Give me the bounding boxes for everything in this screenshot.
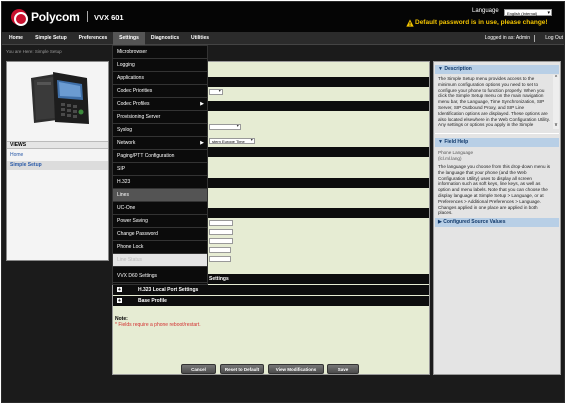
- text-input-4[interactable]: [209, 247, 231, 253]
- menu-item-microbrowser[interactable]: Microbrowser: [113, 46, 207, 59]
- views-heading: VIEWS: [7, 141, 108, 149]
- reset-to-default-button[interactable]: Reset to Default: [220, 364, 264, 374]
- logged-in-status: Logged in as: Admin: [484, 35, 530, 41]
- menu-item-provisioning-server[interactable]: Provisioning Server: [113, 111, 207, 124]
- scroll-down-icon[interactable]: v: [553, 122, 559, 128]
- panel-divider: [435, 133, 559, 134]
- text-input-5[interactable]: [209, 256, 231, 262]
- language-dropdown-field[interactable]: [209, 89, 223, 95]
- menu-item-change-password[interactable]: Change Password: [113, 228, 207, 241]
- menu-item-applications[interactable]: Applications: [113, 72, 207, 85]
- header: Polycom VVX 601 Language English (Intern…: [2, 2, 564, 32]
- menu-item-logging[interactable]: Logging: [113, 59, 207, 72]
- menu-item-phone-lock[interactable]: Phone Lock: [113, 241, 207, 254]
- view-modifications-button[interactable]: View Modifications: [268, 364, 324, 374]
- nav-diagnostics[interactable]: Diagnostics: [146, 32, 184, 45]
- menu-item-uc-one[interactable]: UC-One: [113, 202, 207, 215]
- menu-item-codec-priorities[interactable]: Codec Priorities: [113, 85, 207, 98]
- timezone-select[interactable]: stern Europe Time: [209, 138, 255, 144]
- submenu-arrow-icon: ▶: [200, 101, 204, 107]
- nav-simple-setup[interactable]: Simple Setup: [30, 32, 72, 45]
- help-panel: ▼ Description The Simple Setup menu prov…: [433, 61, 561, 375]
- menu-item-h323[interactable]: H.323: [113, 176, 207, 189]
- menu-item-network[interactable]: Network ▶: [113, 137, 207, 150]
- breadcrumb: You are Here: Simple Setup: [6, 49, 62, 54]
- menu-item-paging-ptt[interactable]: Paging/PTT Configuration: [113, 150, 207, 163]
- field-param: (lcl.ml.lang): [438, 156, 462, 161]
- menu-item-sip[interactable]: SIP: [113, 163, 207, 176]
- section-base-profile-label: Base Profile: [138, 298, 167, 304]
- phone-image: [31, 72, 89, 124]
- text-input-2[interactable]: [209, 229, 233, 235]
- cancel-button[interactable]: Cancel: [181, 364, 216, 374]
- menu-item-syslog[interactable]: Syslog: [113, 124, 207, 137]
- menu-item-lines[interactable]: Lines: [113, 189, 207, 202]
- note-text: * Fields require a phone reboot/restart.: [115, 322, 201, 328]
- nav-utilities[interactable]: Utilities: [185, 32, 215, 45]
- description-title: Description: [444, 66, 472, 72]
- description-text: The Simple Setup menu provides access to…: [438, 76, 550, 128]
- text-input-1[interactable]: [209, 220, 233, 226]
- view-simple-setup-link[interactable]: Simple Setup: [7, 161, 108, 170]
- language-select[interactable]: English (Internal): [504, 9, 552, 17]
- menu-item-line-status: Line Status: [113, 254, 207, 267]
- menu-item-vvx-d60[interactable]: VVX D60 Settings: [113, 270, 207, 283]
- view-home-link[interactable]: Home: [7, 151, 108, 160]
- phone-model: VVX 601: [94, 13, 124, 22]
- section-bar-base-profile[interactable]: + Base Profile: [113, 296, 429, 306]
- polycom-logo-icon: [11, 9, 28, 26]
- configured-source-header[interactable]: ▶ Configured Source Values: [435, 218, 559, 227]
- submenu-arrow-icon: ▶: [200, 140, 204, 146]
- left-panel: VIEWS Home Simple Setup: [6, 61, 109, 261]
- menu-item-codec-profiles[interactable]: Codec Profiles ▶: [113, 98, 207, 111]
- nav-home[interactable]: Home: [4, 32, 28, 45]
- brand-name: Polycom: [31, 10, 80, 24]
- logout-link[interactable]: Log Out: [545, 32, 563, 45]
- section-settings-label: Settings: [209, 276, 229, 282]
- password-warning: Default password is in use, please chang…: [415, 19, 548, 26]
- nav-preferences[interactable]: Preferences: [74, 32, 112, 45]
- menu-item-label: Network: [117, 140, 136, 146]
- description-header[interactable]: ▼ Description: [435, 65, 559, 74]
- field-help-title: Field Help: [444, 139, 469, 145]
- scroll-up-icon[interactable]: ^: [553, 75, 559, 81]
- description-scrollbar[interactable]: [553, 75, 559, 129]
- settings-dropdown-menu: Microbrowser Logging Applications Codec …: [112, 45, 208, 285]
- section-h323-label: H.323 Local Port Settings: [138, 287, 199, 293]
- save-button[interactable]: Save: [327, 364, 359, 374]
- section-bar-h323-local-port[interactable]: + H.323 Local Port Settings: [113, 285, 429, 295]
- nav-settings[interactable]: Settings: [113, 32, 145, 45]
- time-dropdown-field[interactable]: [209, 124, 241, 130]
- text-input-3[interactable]: [209, 238, 233, 244]
- configured-source-title: Configured Source Values: [443, 219, 506, 225]
- expand-icon[interactable]: +: [117, 298, 122, 304]
- expand-icon[interactable]: +: [117, 287, 122, 293]
- warning-icon: [406, 19, 414, 27]
- field-help-header[interactable]: ▼ Field Help: [435, 138, 559, 147]
- browser-page: Polycom VVX 601 Language English (Intern…: [1, 1, 565, 403]
- menu-item-label: Codec Profiles: [117, 101, 150, 107]
- brand-divider: [87, 11, 88, 22]
- main-nav: Home Simple Setup Preferences Settings D…: [2, 32, 564, 45]
- language-label: Language: [472, 8, 499, 14]
- nav-divider: [534, 35, 535, 42]
- menu-item-power-saving[interactable]: Power Saving: [113, 215, 207, 228]
